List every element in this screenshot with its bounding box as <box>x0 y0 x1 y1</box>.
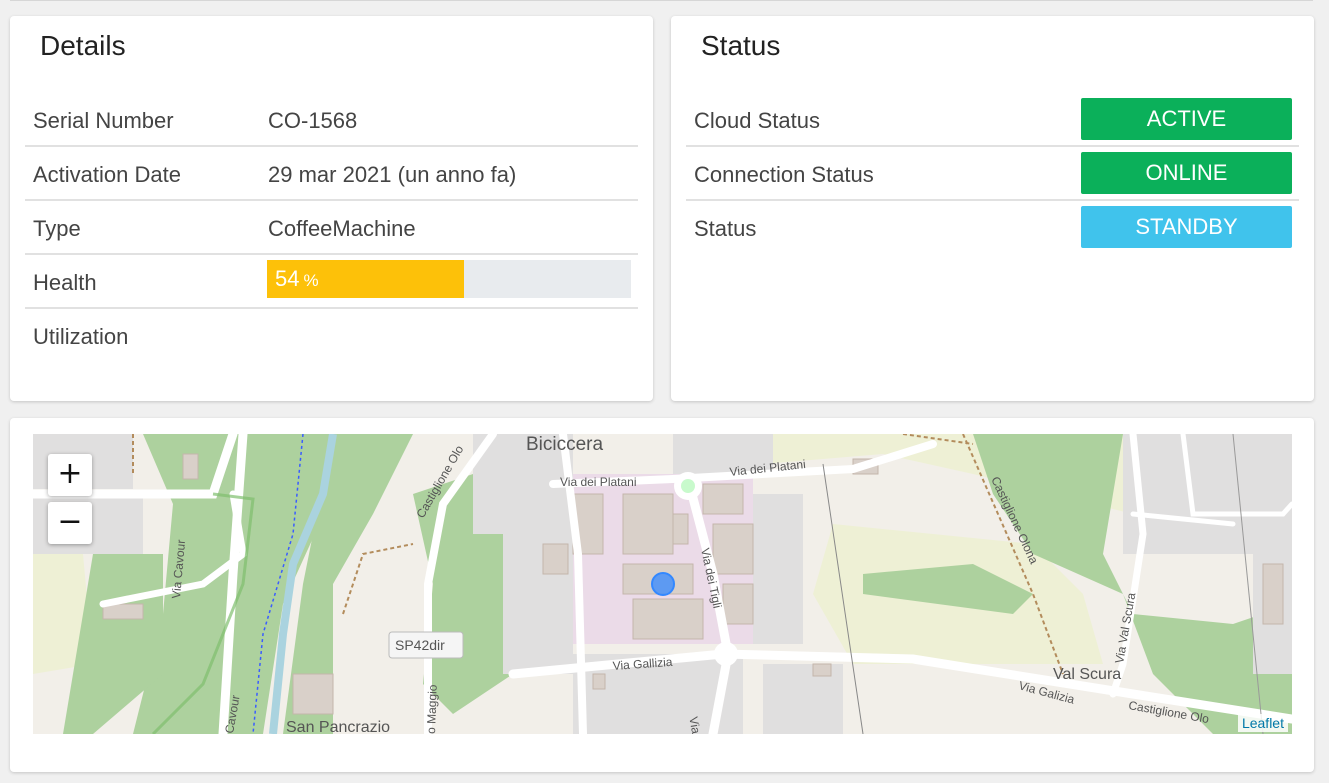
map-view[interactable]: Biciccera Via dei Platani Via dei Platan… <box>33 434 1292 734</box>
zoom-in-button[interactable]: + <box>48 454 92 496</box>
detail-label: Health <box>33 270 97 295</box>
cloud-status-badge: ACTIVE <box>1081 98 1292 140</box>
leaflet-attribution-link[interactable]: Leaflet <box>1237 714 1288 732</box>
type-value: CoffeeMachine <box>268 216 416 241</box>
top-divider <box>10 0 1313 1</box>
map-label-san-pancrazio: San Pancrazio <box>286 719 390 734</box>
detail-label: Utilization <box>33 324 129 349</box>
zoom-out-button[interactable]: − <box>48 502 92 544</box>
status-label: Status <box>694 216 757 241</box>
status-row-status: Status STANDBY <box>686 199 1299 253</box>
detail-label: Serial Number <box>33 108 174 133</box>
detail-row-health: Health 54% <box>25 253 638 309</box>
map-label-sp42dir: SP42dir <box>395 637 445 653</box>
detail-row-activation-date: Activation Date 29 mar 2021 (un anno fa) <box>25 145 638 201</box>
map-label-val-scura: Val Scura <box>1053 666 1121 683</box>
details-title: Details <box>40 30 126 61</box>
serial-number-value: CO-1568 <box>268 108 358 133</box>
status-label: Cloud Status <box>694 108 820 133</box>
map-card: Biciccera Via dei Platani Via dei Platan… <box>10 418 1314 772</box>
connection-status-badge: ONLINE <box>1081 152 1292 194</box>
map-tiles: Biciccera Via dei Platani Via dei Platan… <box>33 434 1292 734</box>
map-label-via-dei-platani: Via dei Platani <box>560 475 637 489</box>
status-title: Status <box>701 30 781 61</box>
detail-label: Type <box>33 216 81 241</box>
health-value: 54 <box>275 266 300 291</box>
detail-row-serial-number: Serial Number CO-1568 <box>25 91 638 147</box>
detail-label: Activation Date <box>33 162 181 187</box>
details-card: Details Serial Number CO-1568 Activation… <box>10 16 653 401</box>
activation-date-value: 29 mar 2021 (un anno fa) <box>268 162 517 187</box>
status-label: Connection Status <box>694 162 874 187</box>
detail-row-type: Type CoffeeMachine <box>25 199 638 255</box>
status-row-connection: Connection Status ONLINE <box>686 145 1299 201</box>
health-progress-bar: 54% <box>267 260 631 298</box>
map-label-via-maggio: o Maggio <box>424 684 440 734</box>
health-progress-text: 54% <box>275 266 319 292</box>
health-unit: % <box>303 271 319 290</box>
status-row-cloud: Cloud Status ACTIVE <box>686 91 1299 147</box>
health-progress-fill: 54% <box>267 260 464 298</box>
status-badge: STANDBY <box>1081 206 1292 248</box>
detail-row-utilization: Utilization <box>25 307 638 361</box>
map-label-via: Via <box>686 716 703 734</box>
status-card: Status Cloud Status ACTIVE Connection St… <box>671 16 1314 401</box>
map-label-biciccera: Biciccera <box>526 434 604 455</box>
